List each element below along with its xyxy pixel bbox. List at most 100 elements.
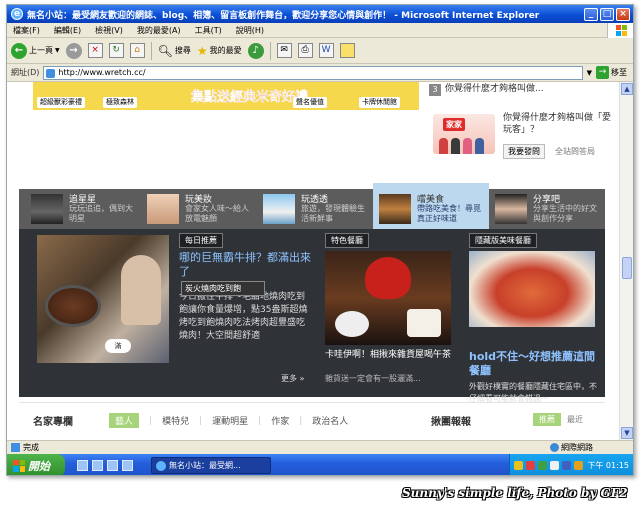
address-input[interactable]: http://www.wretch.cc/ (43, 65, 583, 80)
quick-launch-icon[interactable] (122, 460, 133, 471)
feature-photo[interactable]: 滿 (37, 235, 169, 363)
address-dropdown-icon[interactable]: ▼ (587, 69, 592, 77)
nav-item-food[interactable]: 嚐美食 帶路吃美食！尋覓真正好味道 (373, 183, 489, 229)
teapot-photo[interactable] (325, 251, 451, 345)
refresh-button[interactable]: ↻ (108, 43, 124, 58)
columnist-section: 名家專欄 藝人 | 模特兒 | 運動明星 | 作家 | 政治名人 揪團報報 推薦… (19, 402, 605, 440)
mail-button[interactable]: ✉ (276, 43, 292, 58)
forward-button[interactable]: → (65, 42, 82, 59)
group-news-tabs: 推薦 最近 (533, 413, 583, 426)
tray-icon[interactable] (562, 461, 571, 470)
tab-model[interactable]: 模特兒 (162, 414, 189, 427)
address-bar: 網址(D) http://www.wretch.cc/ ▼ → 移至 (7, 64, 633, 82)
title-bar[interactable]: e 無名小站：最受網友歡迎的網誌、blog、相簿、留言板創作舞台，歡迎分享您心情… (7, 5, 633, 23)
teahouse-title-link[interactable]: 卡哇伊啊！相揪來雜貨屋喝午茶 (325, 349, 453, 361)
back-button[interactable]: ← 上一頁 ▼ (11, 42, 60, 59)
nav-item-travel[interactable]: 玩透透 旅遊，發現體驗生活新鮮事 (257, 189, 373, 229)
taskbar-window-button[interactable]: 無名小站：最受網... (151, 457, 271, 474)
clock[interactable]: 下午 01:15 (587, 460, 629, 471)
columnist-tabs: 藝人 | 模特兒 | 運動明星 | 作家 | 政治名人 (109, 413, 348, 428)
nav-item-stars[interactable]: 追星星 玩玩追追，偶到大明星 (25, 189, 141, 229)
go-button[interactable]: → 移至 (596, 66, 627, 79)
system-tray: 下午 01:15 (509, 454, 633, 475)
tray-icon[interactable] (514, 461, 523, 470)
tab-writer[interactable]: 作家 (271, 414, 289, 427)
menu-view[interactable]: 檢視(V) (95, 25, 123, 36)
ie-window: e 無名小站：最受網友歡迎的網誌、blog、相簿、留言板創作舞台，歡迎分享您心情… (6, 4, 634, 476)
windows-flag-icon (13, 459, 25, 472)
notes-button[interactable] (339, 43, 355, 58)
search-label: 搜尋 (174, 46, 191, 55)
tab-celebrity[interactable]: 藝人 (109, 413, 140, 428)
quick-launch-icon[interactable] (92, 460, 103, 471)
person-figure (121, 255, 161, 325)
nav-item-share[interactable]: 分享吧 分享生活中的好文與創作分享 (489, 189, 605, 229)
close-button[interactable]: × (616, 7, 630, 21)
stop-button[interactable]: × (87, 43, 103, 58)
menu-help[interactable]: 說明(H) (236, 25, 264, 36)
qa-more-link[interactable]: 全站問答局 (555, 146, 595, 157)
tab-athlete[interactable]: 運動明星 (212, 414, 248, 427)
figure-icon (439, 138, 448, 154)
ask-button[interactable]: 我要發問 (503, 144, 545, 159)
vertical-scrollbar[interactable]: ▲ ▼ (619, 82, 633, 440)
feature-title-link[interactable]: 哪的巨無霸牛排？都滿出來了 (179, 251, 311, 279)
minimize-button[interactable]: _ (584, 7, 598, 21)
scroll-thumb[interactable] (622, 257, 632, 279)
question-link[interactable]: 你覺得什麼才夠格叫做... (445, 82, 595, 96)
tray-icon[interactable] (526, 461, 535, 470)
feature-description: 今日搬往牛排～毛甜地燒肉吃到飽讓你食量爆增，點35盎斯超燒烤吃到飽燒肉吃法烤肉超… (179, 292, 308, 341)
tray-icon[interactable] (538, 461, 547, 470)
ad-banner[interactable]: 超級獸彩豪禮 極致森林 集點送經典米奇好禮 聲名優值 卡牌休閒館 (33, 82, 419, 110)
group-news-title: 揪團報報 (431, 417, 471, 428)
scroll-up-icon[interactable]: ▲ (621, 83, 633, 95)
banner-tag[interactable]: 聲名優值 (293, 97, 327, 108)
menu-file[interactable]: 檔案(F) (13, 25, 40, 36)
favorites-label: 我的最愛 (209, 46, 242, 55)
tab-recommended[interactable]: 推薦 (533, 413, 561, 426)
banner-tag[interactable]: 卡牌休閒館 (359, 97, 400, 108)
maximize-button[interactable]: □ (600, 7, 614, 21)
toolbar: ← 上一頁 ▼ → × ↻ ⌂ 🔍︎ 搜尋 ★ 我的最愛 ♪ ✉ ⎙ W (7, 38, 633, 64)
windows-logo-icon (607, 23, 633, 38)
hidden-restaurant-tag: 隱藏版美味餐廳 (469, 233, 537, 248)
tray-icon[interactable] (574, 461, 583, 470)
scroll-down-icon[interactable]: ▼ (621, 427, 633, 439)
nav-desc: 旅遊，發現體驗生活新鮮事 (301, 204, 365, 223)
search-button[interactable]: 🔍︎ 搜尋 (158, 44, 191, 58)
start-button[interactable]: 開始 (7, 454, 65, 475)
back-arrow-icon: ← (11, 42, 27, 59)
qa-ad-image[interactable]: 家家 (433, 114, 495, 154)
toolbar-divider (269, 41, 271, 60)
nav-item-makeup[interactable]: 玩美妝 會家女人味～給人放電魅顏 (141, 189, 257, 229)
zone-text: 網際網路 (561, 443, 593, 452)
more-link[interactable]: 更多 » (281, 373, 304, 384)
media-button[interactable]: ♪ (247, 42, 264, 59)
globe-icon (550, 443, 559, 452)
banner-headline: 集點送經典米奇好禮 (191, 90, 309, 105)
nav-thumbnail (495, 194, 527, 224)
quick-launch-icon[interactable] (107, 460, 118, 471)
menu-tools[interactable]: 工具(T) (195, 25, 222, 36)
nav-desc: 帶路吃美食！尋覓真正好味道 (417, 204, 481, 223)
print-button[interactable]: ⎙ (297, 43, 313, 58)
special-restaurant-tag: 特色餐廳 (325, 233, 369, 248)
menu-edit[interactable]: 編輯(E) (54, 25, 81, 36)
menu-favorites[interactable]: 我的最愛(A) (137, 25, 181, 36)
nav-thumbnail (31, 194, 63, 224)
zone-indicator: 網際網路 (550, 442, 593, 453)
tab-politician[interactable]: 政治名人 (312, 414, 348, 427)
go-label: 移至 (611, 68, 627, 77)
favorites-button[interactable]: ★ 我的最愛 (197, 44, 242, 58)
tab-recent[interactable]: 最近 (567, 414, 583, 425)
quick-launch-icon[interactable] (77, 460, 88, 471)
banner-tag[interactable]: 極致森林 (103, 97, 137, 108)
restaurant-title-link[interactable]: hold不住～好想推薦這間餐廳 (469, 350, 599, 378)
dish-photo[interactable] (469, 251, 595, 327)
banner-tag[interactable]: 超級獸彩豪禮 (37, 97, 85, 108)
edit-button[interactable]: W (318, 43, 334, 58)
ad-question[interactable]: 你覺得什麼才夠格叫做「愛玩客」？ (503, 112, 613, 136)
teapot-shape (365, 257, 411, 299)
tray-icon[interactable] (550, 461, 559, 470)
home-button[interactable]: ⌂ (129, 43, 145, 58)
